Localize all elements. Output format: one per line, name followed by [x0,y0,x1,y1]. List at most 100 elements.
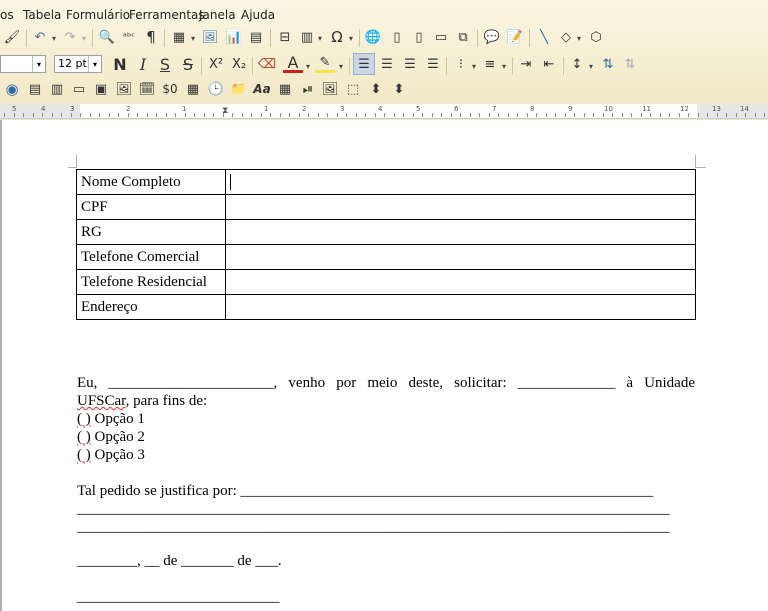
undo-icon[interactable]: ↶ [30,27,50,47]
image-button-icon[interactable]: ▣ [91,79,111,99]
push-button-icon[interactable]: ▭ [69,79,89,99]
list-box-icon[interactable]: ▤ [25,79,45,99]
font-size-combobox[interactable]: 12 pt ▾ [54,55,102,73]
currency-field-button[interactable]: $0 [160,79,180,99]
navigation-bar-icon[interactable]: ⏯ [298,79,318,99]
increase-indent-icon[interactable]: ⇥ [516,54,536,74]
special-character-icon[interactable]: Ω [327,27,347,47]
pattern-field-icon[interactable]: ▦ [183,79,203,99]
image-control-icon[interactable]: 🖼 [320,79,340,99]
hyperlink-icon[interactable]: 🌐 [363,27,383,47]
highlight-color-icon[interactable]: ✎ [315,54,335,73]
combo-box-icon[interactable]: ▥ [47,79,67,99]
spin-button-icon[interactable]: ⬍ [366,79,386,99]
menu-item-ajuda[interactable]: Ajuda [241,8,275,22]
paragraph-purpose-line[interactable]: UFSCar, para fins de: [77,393,207,410]
image-control-icon[interactable]: 🖼 [114,79,134,99]
justification-line-1[interactable]: Tal pedido se justifica por: ___________… [77,483,695,500]
table-dropdown-icon[interactable]: ▾ [191,34,195,43]
file-selection-icon[interactable]: 📁 [229,79,249,99]
menu-item-formulario[interactable]: Formulário [66,8,130,22]
table-cell-label[interactable]: Endereço [76,294,226,320]
align-center-button[interactable]: ☰ [377,54,397,74]
clone-formatting-icon[interactable]: 🖌 [2,27,22,47]
underline-button[interactable]: S [155,54,175,74]
clear-formatting-icon[interactable]: ⌫ [257,54,277,74]
table-cell-label[interactable]: RG [76,219,226,245]
track-changes-icon[interactable]: 📝 [505,27,525,47]
scrollbar-icon[interactable]: ⬍ [389,79,409,99]
bullet-dropdown-icon[interactable]: ▾ [472,62,476,71]
bullet-list-icon[interactable]: ⁝ [451,54,471,74]
line-icon[interactable]: ╲ [534,27,554,47]
field-dropdown-icon[interactable]: ▾ [318,34,322,43]
menu-item-ferramentas[interactable]: Ferramentas [129,8,205,22]
italic-button[interactable]: I [133,54,153,74]
increase-paragraph-spacing-icon[interactable]: ⇅ [598,54,618,74]
undo-dropdown-icon[interactable]: ▾ [52,34,56,43]
option-3-line[interactable]: ( ) Opção 3 [77,447,145,464]
date-field-icon[interactable]: 🗓 [137,79,157,99]
table-cell-label[interactable]: Telefone Residencial [76,269,226,295]
align-right-button[interactable]: ☰ [400,54,420,74]
option-2-line[interactable]: ( ) Opção 2 [77,429,145,446]
align-left-button[interactable]: ☰ [353,53,375,75]
font-name-combobox[interactable]: ▾ [0,55,46,73]
highlight-dropdown-icon[interactable]: ▾ [339,62,343,71]
shapes-dropdown-icon[interactable]: ▾ [577,34,581,43]
justification-line-2[interactable]: ________________________________________… [77,501,693,518]
insert-field-icon[interactable]: ▥ [297,27,317,47]
table-cell-value[interactable] [225,294,696,320]
table-cell-value[interactable] [225,269,696,295]
table-cell-value[interactable] [225,244,696,270]
numbered-list-icon[interactable]: ≡ [480,54,500,74]
select-icon[interactable]: ⬚ [343,79,363,99]
menu-item-tabela[interactable]: Tabela [23,8,61,22]
numbering-dropdown-icon[interactable]: ▾ [502,62,506,71]
line-spacing-dropdown-icon[interactable]: ▾ [589,62,593,71]
draw-functions-icon[interactable]: ⬡ [586,27,606,47]
table-cell-value[interactable] [225,169,696,195]
insert-image-icon[interactable]: 🖼 [200,27,220,47]
table-cell-label[interactable]: Nome Completo [76,169,226,195]
insert-table-icon[interactable]: ▦ [169,27,189,47]
date-line[interactable]: ________, __ de _______ de ___. [77,553,282,570]
option-button-icon[interactable]: ◉ [2,79,22,99]
menu-item-formato[interactable]: os [0,8,14,22]
special-character-dropdown-icon[interactable]: ▾ [349,34,353,43]
justification-line-3[interactable]: ________________________________________… [77,519,693,536]
footnote-icon[interactable]: ▯ [387,27,407,47]
font-color-dropdown-icon[interactable]: ▾ [306,62,310,71]
subscript-button[interactable]: X₂ [229,54,249,74]
table-cell-label[interactable]: CPF [76,194,226,220]
decrease-paragraph-spacing-icon[interactable]: ⇅ [620,54,640,74]
spelling-icon[interactable]: ᵃᵇᶜ [119,27,139,47]
comment-icon[interactable]: 💬 [482,27,502,47]
paragraph-request-line[interactable]: Eu, ______________________, venho por me… [77,375,695,392]
insert-chart-icon[interactable]: 📊 [224,27,244,47]
signature-line[interactable]: ___________________________ [77,589,280,606]
redo-icon[interactable]: ↷ [60,27,80,47]
formatting-marks-icon[interactable]: ¶ [141,27,161,47]
insert-textbox-icon[interactable]: ▤ [246,27,266,47]
table-control-icon[interactable]: ▦ [275,79,295,99]
endnote-icon[interactable]: ▯ [409,27,429,47]
line-spacing-icon[interactable]: ↕ [567,54,587,74]
bookmark-icon[interactable]: ▭ [431,27,451,47]
table-cell-value[interactable] [225,219,696,245]
justify-button[interactable]: ☰ [423,54,443,74]
cross-reference-icon[interactable]: ⧉ [453,27,473,47]
table-cell-value[interactable] [225,194,696,220]
option-1-line[interactable]: ( ) Opção 1 [77,411,145,428]
find-replace-icon[interactable]: 🔍 [97,27,117,47]
decrease-indent-icon[interactable]: ⇤ [539,54,559,74]
table-cell-label[interactable]: Telefone Comercial [76,244,226,270]
redo-dropdown-icon[interactable]: ▾ [82,34,86,43]
menu-item-janela[interactable]: Janela [199,8,236,22]
horizontal-ruler[interactable]: 5 4 3 2 1 1 2 3 4 5 6 7 8 9 10 11 12 13 … [0,104,768,119]
page-break-icon[interactable]: ⊟ [275,27,295,47]
font-color-button[interactable]: A [283,53,303,73]
basic-shapes-icon[interactable]: ◇ [556,27,576,47]
bold-button[interactable]: N [110,54,130,74]
label-field-button[interactable]: Aa [252,79,272,99]
